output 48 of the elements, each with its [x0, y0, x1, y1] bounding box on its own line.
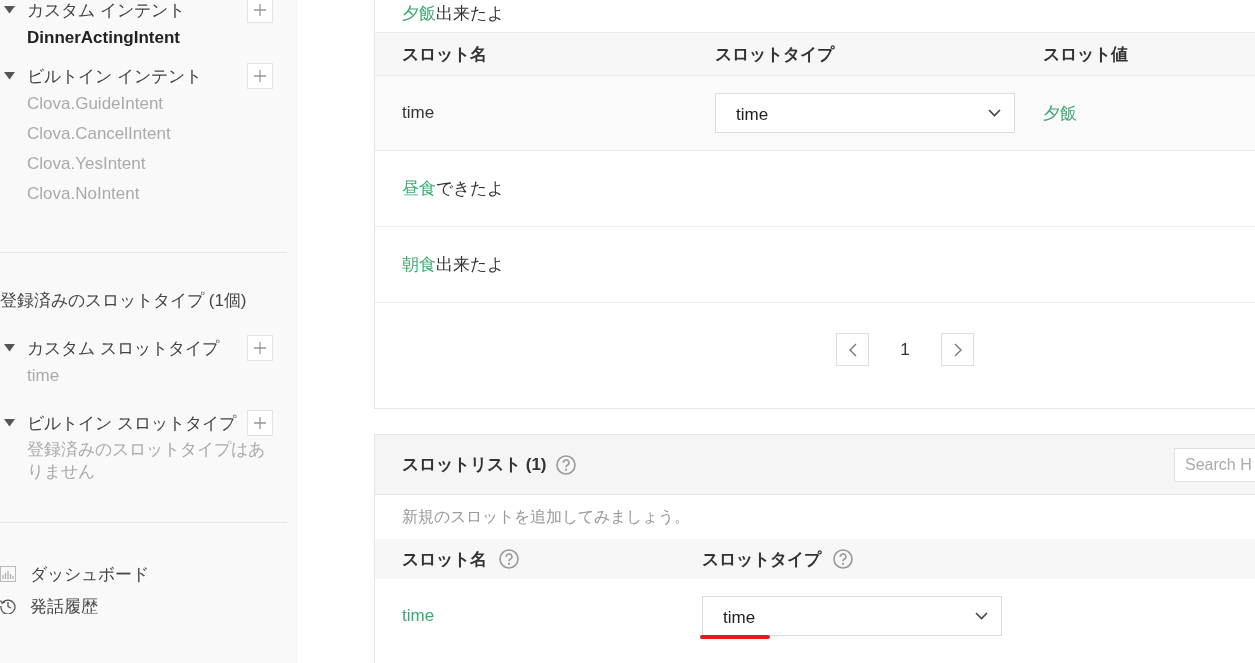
search-field[interactable]: Search H — [1174, 447, 1255, 482]
plus-icon — [254, 4, 266, 16]
add-button[interactable] — [247, 0, 273, 23]
empty-message: 登録済みのスロットタイプはありません — [27, 439, 266, 483]
triangle-down-icon[interactable] — [4, 6, 15, 14]
help-icon[interactable] — [555, 454, 576, 475]
nav-link[interactable]: 発話履歴 — [0, 590, 98, 622]
chevron-down-icon — [975, 612, 988, 620]
column-header: スロットタイプ — [715, 43, 834, 66]
slot-type-select[interactable]: time — [702, 596, 1002, 636]
plus-icon — [254, 70, 266, 82]
help-icon[interactable] — [833, 549, 853, 569]
column-header: スロット値 — [1043, 43, 1128, 66]
intent-item[interactable]: DinnerActingIntent — [0, 23, 287, 53]
panel-title: スロットリスト (1) — [402, 454, 547, 476]
plus-icon — [254, 342, 266, 354]
slot-type-select[interactable]: time — [715, 93, 1015, 133]
chevron-right-icon — [953, 342, 962, 357]
slot-value-cell-text: 夕飯 — [1043, 102, 1077, 125]
help-icon[interactable] — [499, 549, 519, 569]
utterance-text[interactable]: 夕飯出来たよ — [402, 2, 504, 25]
page-number[interactable]: 1 — [900, 339, 910, 360]
triangle-down-icon[interactable] — [4, 419, 15, 427]
group-label[interactable]: ビルトイン スロットタイプ — [27, 411, 247, 435]
group-label[interactable]: カスタム インテント — [27, 0, 247, 22]
section-title: 登録済みのスロットタイプ (1個) — [0, 290, 248, 312]
group-label[interactable]: カスタム スロットタイプ — [27, 336, 247, 360]
add-button[interactable] — [247, 410, 273, 436]
plus-icon — [254, 417, 266, 429]
triangle-down-icon[interactable] — [4, 72, 15, 80]
column-header: スロット名 — [402, 43, 487, 66]
previous-page-button[interactable] — [836, 333, 869, 366]
slot-name-cell: time — [402, 103, 435, 123]
next-page-button[interactable] — [941, 333, 974, 366]
triangle-down-icon[interactable] — [4, 344, 15, 352]
utterance-text[interactable]: 朝食出来たよ — [402, 253, 504, 276]
group-label[interactable]: ビルトイン インテント — [27, 64, 247, 88]
chevron-left-icon — [848, 342, 857, 357]
column-header: スロット名 — [402, 548, 487, 571]
nav-link[interactable]: ダッシュボード — [0, 558, 149, 590]
add-button[interactable] — [247, 63, 273, 89]
clock-icon — [0, 598, 16, 614]
hint-text: 新規のスロットを追加してみましょう。 — [402, 506, 690, 527]
utterance-text[interactable]: 昼食できたよ — [402, 177, 504, 200]
chevron-down-icon — [988, 109, 1001, 117]
bar-chart-icon — [0, 566, 16, 582]
column-header: スロットタイプ — [702, 548, 821, 571]
add-button[interactable] — [247, 335, 273, 361]
